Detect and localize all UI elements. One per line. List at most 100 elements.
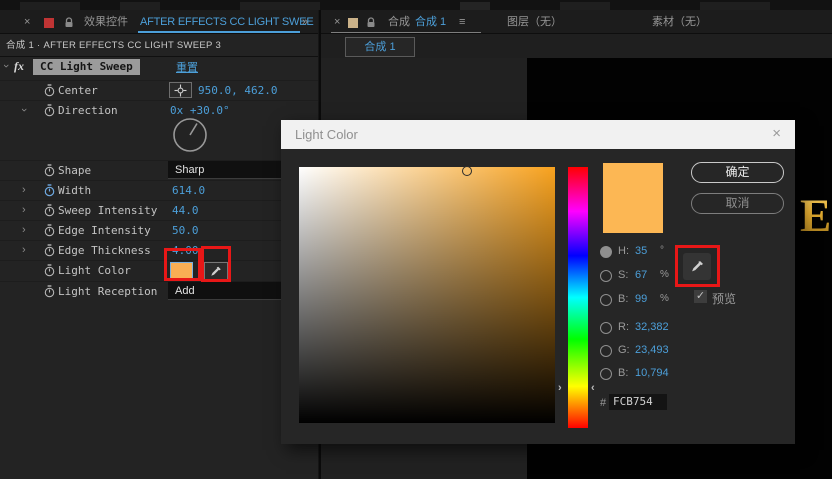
breadcrumb: 合成 1 · AFTER EFFECTS CC LIGHT SWEEP 3 <box>6 36 221 56</box>
chevron-right-icon[interactable]: › <box>22 184 26 196</box>
tab-composition-active[interactable]: 合成 1 <box>415 10 446 34</box>
close-icon[interactable]: × <box>24 10 30 34</box>
comp-viewer-tab[interactable]: 合成 1 <box>345 37 415 57</box>
param-label: Edge Intensity <box>58 224 151 237</box>
close-icon[interactable]: × <box>334 10 340 34</box>
stopwatch-icon[interactable] <box>44 164 55 177</box>
stopwatch-icon[interactable] <box>44 204 55 217</box>
fx-icon: fx <box>14 59 24 74</box>
dialog-titlebar[interactable]: Light Color × <box>281 120 795 149</box>
tab-composition-label[interactable]: 合成 <box>388 10 410 34</box>
param-value[interactable]: 950.0, 462.0 <box>198 84 277 97</box>
chevron-right-icon[interactable]: › <box>22 244 26 256</box>
close-icon[interactable]: × <box>772 125 781 142</box>
chevron-right-icon[interactable]: › <box>22 224 26 236</box>
radio-b2[interactable] <box>600 368 612 380</box>
param-row-center: Center 950.0, 462.0 <box>0 80 318 100</box>
param-value[interactable]: 44.0 <box>172 204 199 217</box>
radio-g[interactable] <box>600 345 612 357</box>
chevron-right-icon[interactable]: › <box>22 204 26 216</box>
param-label: Width <box>58 184 91 197</box>
param-row-light-reception: Light Reception Add <box>0 281 318 301</box>
hue-slider[interactable] <box>568 167 588 428</box>
param-label: Light Color <box>58 264 131 277</box>
param-label: Light Reception <box>58 285 157 298</box>
preview-label: 预览 <box>712 290 736 307</box>
stopwatch-icon[interactable] <box>44 285 55 298</box>
preview-checkbox[interactable]: ✓ <box>694 290 707 303</box>
active-tab-underline <box>331 32 481 33</box>
radio-r[interactable] <box>600 322 612 334</box>
ok-button[interactable]: 确定 <box>691 162 784 183</box>
effect-header-row: › fx CC Light Sweep 重置 <box>0 58 318 77</box>
panel-color-icon <box>44 18 54 28</box>
canvas-letter: E <box>800 189 831 243</box>
dialog-title: Light Color <box>295 127 358 142</box>
tab-effect-controls-label[interactable]: 效果控件 <box>84 10 128 34</box>
s-label: S: <box>618 269 628 281</box>
tab-layer[interactable]: 图层（无） <box>507 10 562 34</box>
stopwatch-icon[interactable] <box>44 224 55 237</box>
light-reception-dropdown[interactable]: Add <box>168 282 292 300</box>
param-row-shape: Shape Sharp <box>0 160 318 180</box>
effect-panel-tabbar: × 效果控件 AFTER EFFECTS CC LIGHT SWEE » <box>0 10 318 34</box>
annotation-box-dialog-eyedropper <box>675 245 720 287</box>
stopwatch-icon[interactable] <box>44 264 55 277</box>
stopwatch-icon[interactable] <box>44 244 55 257</box>
shape-dropdown[interactable]: Sharp <box>168 161 292 179</box>
param-row-sweep-intensity: › Sweep Intensity 44.0 <box>0 200 318 220</box>
param-label: Center <box>58 84 98 97</box>
g-value[interactable]: 23,493 <box>635 344 669 356</box>
app-window: × 效果控件 AFTER EFFECTS CC LIGHT SWEE » 合成 … <box>0 0 832 479</box>
stopwatch-icon[interactable] <box>44 184 55 197</box>
saturation-brightness-field[interactable] <box>299 167 555 423</box>
stopwatch-icon[interactable] <box>44 84 55 97</box>
point-picker-button[interactable] <box>169 82 192 98</box>
color-field-marker[interactable] <box>462 166 472 176</box>
r-label: R: <box>618 321 629 333</box>
effect-name[interactable]: CC Light Sweep <box>33 59 140 75</box>
hue-arrow-left-icon: ‹ <box>591 382 595 394</box>
param-label: Edge Thickness <box>58 244 151 257</box>
chevron-down-icon[interactable]: › <box>0 64 12 68</box>
param-row-light-color: Light Color <box>0 260 318 280</box>
direction-dial[interactable] <box>171 115 209 155</box>
b-label: B: <box>618 293 628 305</box>
annotation-box-swatch <box>164 248 201 281</box>
cancel-button[interactable]: 取消 <box>691 193 784 214</box>
param-row-width: › Width 614.0 <box>0 180 318 200</box>
b-value[interactable]: 99 <box>635 293 647 305</box>
chevron-down-icon[interactable]: › <box>18 108 30 112</box>
lock-icon[interactable] <box>366 17 376 28</box>
h-value[interactable]: 35 <box>635 245 647 257</box>
b2-value[interactable]: 10,794 <box>635 367 669 379</box>
param-value[interactable]: 50.0 <box>172 224 199 237</box>
param-label: Direction <box>58 104 118 117</box>
picked-color-preview <box>603 163 663 233</box>
hex-input[interactable]: FCB754 <box>609 394 667 410</box>
s-unit: % <box>660 269 669 280</box>
radio-h[interactable] <box>600 246 612 258</box>
hue-arrow-right-icon: › <box>558 382 562 394</box>
panel-menu-icon[interactable]: ≡ <box>459 10 465 34</box>
hex-hash-label: # <box>600 397 606 409</box>
comp-panel-tabbar: × 合成 合成 1 ≡ 图层（无） 素材（无） <box>321 10 832 34</box>
g-label: G: <box>618 344 630 356</box>
annotation-box-effect-eyedropper <box>201 246 231 282</box>
param-row-edge-intensity: › Edge Intensity 50.0 <box>0 220 318 240</box>
r-value[interactable]: 32,382 <box>635 321 669 333</box>
panel-overflow-icon[interactable]: » <box>302 10 308 34</box>
s-value[interactable]: 67 <box>635 269 647 281</box>
param-row-edge-thickness: › Edge Thickness 4.00 <box>0 240 318 260</box>
reset-button[interactable]: 重置 <box>176 59 198 75</box>
stopwatch-icon[interactable] <box>44 104 55 117</box>
effect-controls-panel: × 效果控件 AFTER EFFECTS CC LIGHT SWEE » 合成 … <box>0 10 318 479</box>
param-row-direction: › Direction 0x +30.0° <box>0 100 318 120</box>
lock-icon[interactable] <box>64 17 74 28</box>
param-value[interactable]: 614.0 <box>172 184 205 197</box>
radio-b[interactable] <box>600 294 612 306</box>
divider <box>0 56 318 57</box>
tab-footage[interactable]: 素材（无） <box>652 10 707 34</box>
radio-s[interactable] <box>600 270 612 282</box>
param-label: Sweep Intensity <box>58 204 157 217</box>
